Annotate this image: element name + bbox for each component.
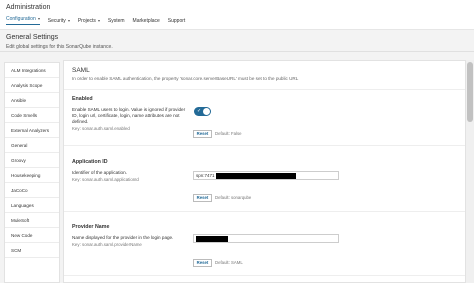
application-id-input[interactable]: spn:7471 (193, 171, 339, 180)
section-title-saml: SAML (72, 67, 90, 74)
category-ansible[interactable]: Ansible (5, 93, 59, 108)
category-languages[interactable]: Languages (5, 198, 59, 213)
nav-projects-label: Projects (77, 17, 96, 24)
chevron-down-icon (67, 19, 70, 22)
enabled-default: Default: False (215, 131, 242, 136)
divider (64, 89, 465, 90)
page-title: General Settings (6, 34, 59, 41)
setting-enabled: Enabled Enable SAML users to login. Valu… (72, 96, 462, 131)
nav-security-label: Security (47, 17, 66, 24)
nav-configuration-label: Configuration (6, 16, 36, 22)
reset-provider-name-button[interactable]: Reset (193, 259, 212, 267)
category-general[interactable]: General (5, 138, 59, 153)
category-housekeeping[interactable]: Housekeeping (5, 168, 59, 183)
nav-system-label: System (107, 17, 125, 24)
nav-security[interactable]: Security (48, 16, 70, 25)
setting-provider-name-title: Provider Name (72, 224, 110, 230)
reset-application-id-button[interactable]: Reset (193, 194, 212, 202)
reset-enabled-button[interactable]: Reset (193, 130, 212, 138)
category-code-smells[interactable]: Code Smells (5, 108, 59, 123)
setting-enabled-description: Enable SAML users to login. Value is ign… (72, 107, 186, 124)
saml-enabled-toggle[interactable]: ✓ (194, 107, 211, 116)
application-id-value: spn:7471 (196, 173, 215, 178)
provider-name-default: Default: SAML (215, 260, 243, 265)
nav-marketplace[interactable]: Marketplace (133, 16, 160, 25)
nav-projects[interactable]: Projects (78, 16, 100, 25)
category-new-code[interactable]: New Code (5, 228, 59, 243)
provider-name-input[interactable] (193, 234, 339, 243)
nav-support[interactable]: Support (168, 16, 186, 25)
saml-description: In order to enable SAML authentication, … (72, 76, 299, 81)
category-analysis-scope[interactable]: Analysis Scope (5, 78, 59, 93)
setting-application-id-title: Application ID (72, 159, 108, 165)
app-title: Administration (6, 4, 51, 11)
divider (64, 145, 465, 146)
top-bar: Administration Configuration Security Pr… (0, 0, 474, 30)
nav-marketplace-label: Marketplace (132, 17, 160, 24)
nav-system[interactable]: System (108, 16, 125, 25)
settings-category-list: ALM Integrations Analysis Scope Ansible … (4, 62, 60, 283)
settings-panel: SAML In order to enable SAML authenticat… (63, 60, 466, 283)
category-scm[interactable]: SCM (5, 243, 59, 258)
redacted-block (196, 236, 228, 242)
category-groovy[interactable]: Groovy (5, 153, 59, 168)
chevron-down-icon (37, 18, 40, 20)
page-scrollbar[interactable] (466, 60, 474, 283)
divider (64, 275, 465, 276)
category-external-analyzers[interactable]: External Analyzers (5, 123, 59, 138)
scrollbar-thumb[interactable] (467, 62, 473, 122)
divider (64, 211, 465, 212)
redacted-block (216, 173, 296, 179)
admin-nav: Configuration Security Projects System M… (6, 16, 185, 25)
category-alm-integrations[interactable]: ALM Integrations (5, 63, 59, 78)
category-mulesoft[interactable]: MuleSoft (5, 213, 59, 228)
page-header: General Settings Edit global settings fo… (0, 30, 474, 52)
setting-enabled-title: Enabled (72, 96, 93, 102)
setting-enabled-key: Key: sonar.auth.saml.enabled (72, 126, 130, 131)
toggle-knob (203, 108, 210, 115)
page-subtitle: Edit global settings for this SonarQube … (6, 44, 113, 50)
application-id-default: Default: sonarqube (215, 195, 252, 200)
nav-support-label: Support (167, 17, 186, 24)
chevron-down-icon (97, 19, 100, 22)
category-jacoco[interactable]: JaCoCo (5, 183, 59, 198)
nav-configuration[interactable]: Configuration (6, 16, 40, 25)
check-icon: ✓ (197, 108, 202, 114)
